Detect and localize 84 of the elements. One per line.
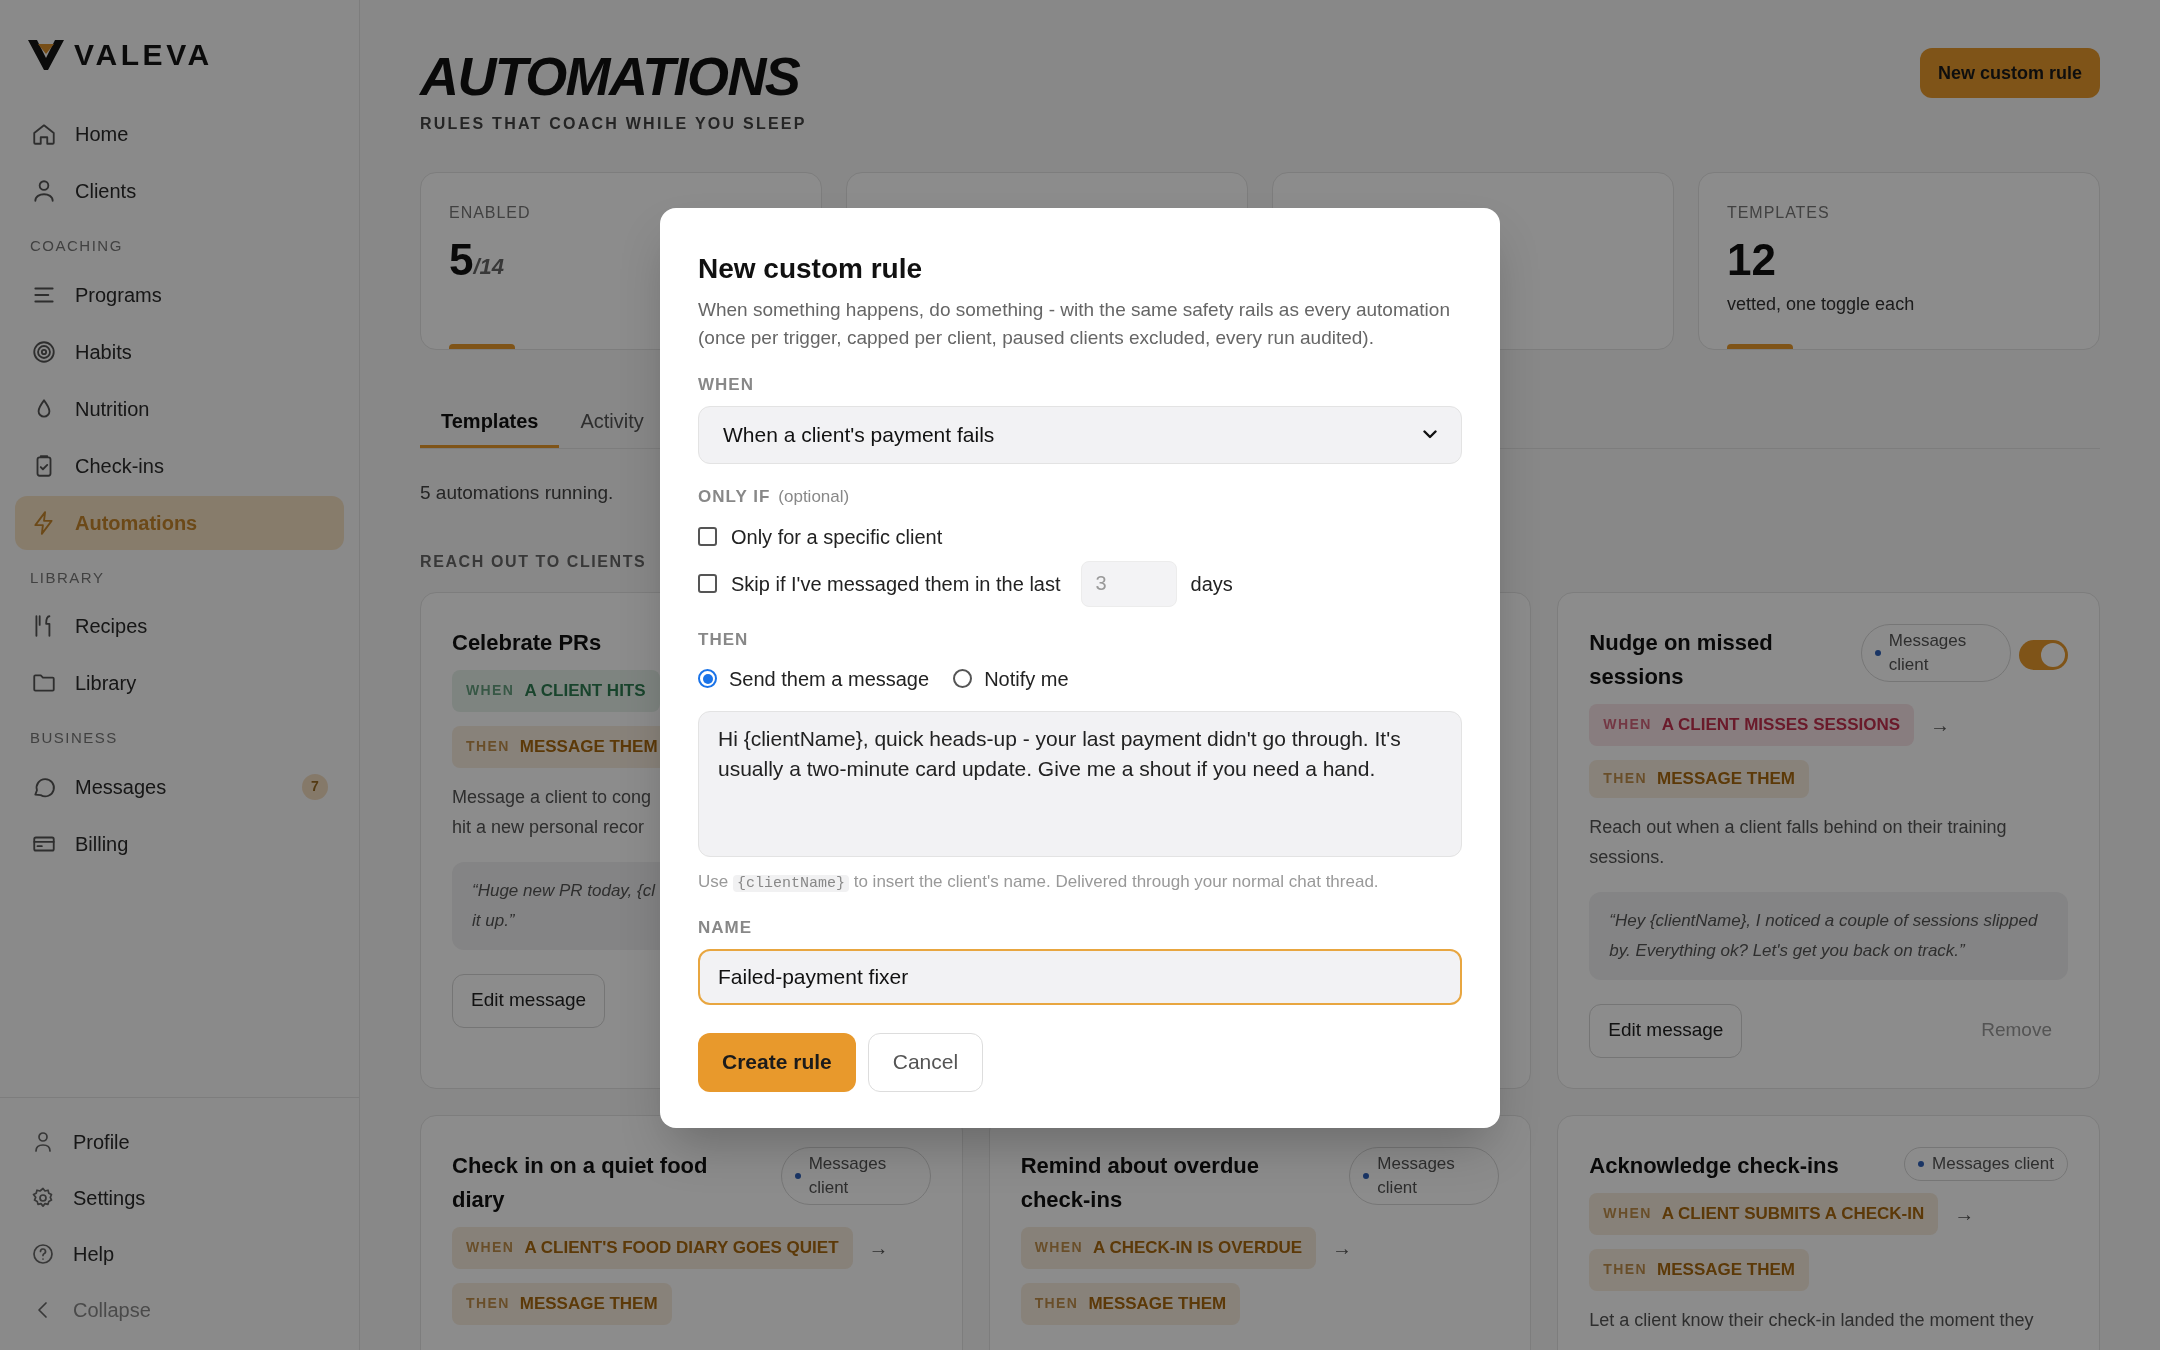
nav-item[interactable]: Programs [15, 267, 344, 322]
section-heading: BUSINESS [29, 728, 119, 748]
radio-label: Notify me [984, 666, 1069, 692]
settings-icon [31, 1186, 55, 1210]
unit-label: days [1190, 571, 1233, 597]
card-title: Acknowledge check-ins [1589, 1151, 1839, 1180]
nav-item[interactable]: Profile [15, 1114, 344, 1170]
trigger-tag: WHEN A CLIENT'S FOOD DIARY GOES QUIET [452, 1226, 853, 1269]
edit-message-button[interactable]: Edit message [452, 973, 606, 1028]
nav-item[interactable]: Billing [15, 816, 344, 871]
nav-item[interactable]: Library [15, 656, 344, 710]
card-description: Reach out when a client falls behind on their training sessions. [1589, 815, 2008, 869]
section-title: REACH OUT TO CLIENTS [420, 551, 647, 572]
card-title: Check in on a quiet food diary [452, 1151, 709, 1214]
arrow-text: → [1954, 1201, 1975, 1227]
stat-value: 5 [449, 237, 474, 283]
days-input[interactable]: 3 [1080, 560, 1177, 607]
checkbox-label: Only for a specific client [731, 524, 943, 550]
action-tag: THEN MESSAGE THEM [1589, 759, 1809, 798]
trigger-tag: WHEN A CLIENT MISSES SESSIONS [1589, 703, 1915, 746]
section-heading: LIBRARY [29, 567, 106, 588]
nav-item[interactable]: Nutrition [15, 381, 344, 436]
help-icon [31, 1242, 55, 1266]
stat-total: /14 [473, 253, 505, 281]
nav-item[interactable]: Help [15, 1226, 344, 1282]
radio-label: Send them a message [729, 666, 930, 692]
name-input[interactable]: Failed-payment fixer [698, 948, 1462, 1005]
arrow-text: → [1930, 712, 1951, 738]
section-heading: COACHING [29, 236, 124, 256]
nav-item[interactable]: Check-ins [15, 438, 344, 493]
cancel-button[interactable]: Cancel [867, 1032, 984, 1092]
arrow-text: → [1332, 1235, 1353, 1261]
checkbox[interactable] [698, 574, 717, 593]
summary-text: 5 automations running. [420, 481, 614, 505]
chevron-down-icon [1423, 430, 1437, 439]
page-subtitle: RULES THAT COACH WHILE YOU SLEEP [420, 114, 807, 134]
action-tag: THEN MESSAGE THEM [452, 1282, 672, 1325]
user-icon [31, 178, 57, 204]
new-rule-button[interactable]: New custom rule [1919, 48, 2100, 98]
field-label: WHEN [698, 374, 756, 396]
checkbox[interactable] [698, 527, 717, 546]
arrow-text: → [868, 1235, 889, 1261]
stat-value: 12 [1727, 237, 1776, 283]
checkbox-label: Skip if I've messaged them in the last [731, 571, 1061, 597]
message-preview: “Hey {clientName}, I noticed a couple of sessions slipped by. Everything ok? Let's get you back on track.” [1589, 891, 2068, 980]
card-title: Celebrate PRs [452, 628, 602, 657]
nav-item[interactable]: Settings [15, 1170, 344, 1226]
brand-name: VALEVA [74, 37, 213, 73]
tab[interactable]: Templates [420, 396, 560, 448]
stat-label: TEMPLATES [1727, 203, 1831, 223]
optional-hint: (optional) [778, 485, 850, 508]
radio-button[interactable] [953, 669, 973, 688]
nav-item[interactable]: Recipes [15, 599, 344, 653]
modal-title: New custom rule [698, 252, 924, 286]
target-icon [31, 338, 57, 365]
field-label: THEN [698, 629, 750, 651]
create-rule-button[interactable]: Create rule [698, 1032, 856, 1092]
action-tag: THEN MESSAGE THEM [1020, 1282, 1241, 1325]
radio-button[interactable] [698, 669, 717, 688]
card-title: Nudge on missed sessions [1589, 628, 1774, 691]
edit-message-button[interactable]: Edit message [1589, 1003, 1743, 1058]
card-title: Remind about overdue check-ins [1020, 1151, 1260, 1214]
logo-icon [28, 39, 64, 70]
toggle-switch[interactable] [2018, 639, 2068, 670]
count-badge: 7 [302, 773, 328, 800]
nav-item[interactable]: Habits [15, 324, 344, 379]
card-description: Message a client to cong hit a new personal recor [452, 785, 652, 839]
nav-item[interactable]: Messages 7 [15, 759, 344, 814]
trigger-tag: WHEN A CLIENT SUBMITS A CHECK-IN [1589, 1192, 1939, 1235]
nav-item[interactable]: Clients [15, 164, 344, 218]
card-description: Let a client know their check-in landed the moment they [1589, 1308, 2035, 1332]
trigger-select[interactable]: When a client's payment fails [698, 405, 1462, 464]
nav-item[interactable]: Home [15, 107, 344, 161]
page-title: AUTOMATIONS [420, 46, 801, 106]
trigger-tag: WHEN A CHECK-IN IS OVERDUE [1020, 1226, 1317, 1269]
stat-note: vetted, one toggle each [1727, 293, 1916, 316]
trigger-tag: WHEN A CLIENT HITS [452, 669, 660, 712]
message-textarea[interactable]: Hi {clientName}, quick heads-up - your last payment didn't go through. It's usually a two-minute card update. Give me a shout if you need a hand. [698, 710, 1462, 857]
field-label: ONLY IF [698, 485, 771, 508]
field-label: NAME [698, 917, 754, 939]
stat-label: ENABLED [449, 203, 532, 223]
tab[interactable]: Activity [559, 396, 665, 448]
modal-description: When something happens, do something - with the same safety rails as every automation (once per trigger, capped per client, paused clients excluded, every run audited). [698, 298, 1451, 350]
action-tag: THEN MESSAGE THEM [1589, 1248, 1809, 1291]
